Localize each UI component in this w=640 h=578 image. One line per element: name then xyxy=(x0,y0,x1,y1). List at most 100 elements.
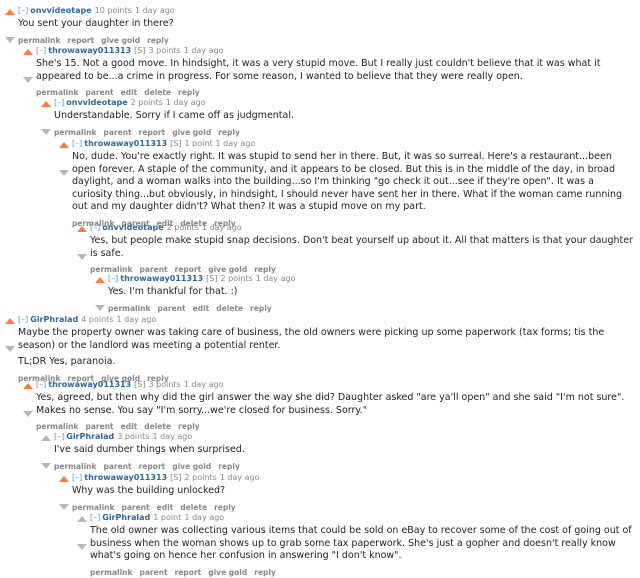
edit-button[interactable]: edit xyxy=(121,88,138,97)
edit-button[interactable]: edit xyxy=(157,503,174,512)
comment-content: [–] GirPhralad 4 points 1 day ago Maybe the … xyxy=(18,314,634,384)
reply-button[interactable]: reply xyxy=(147,36,169,45)
collapse-toggle[interactable]: [–] xyxy=(54,98,64,107)
parent-button[interactable]: parent xyxy=(122,503,150,512)
report-button[interactable]: report xyxy=(175,568,202,577)
downvote-arrow-icon[interactable] xyxy=(59,504,69,510)
collapse-toggle[interactable]: [–] xyxy=(18,6,28,15)
delete-button[interactable]: delete xyxy=(180,503,207,512)
downvote-arrow-icon[interactable] xyxy=(41,129,51,135)
permalink-button[interactable]: permalink xyxy=(36,422,79,431)
give-gold-button[interactable]: give gold xyxy=(101,36,140,45)
downvote-arrow-icon[interactable] xyxy=(5,346,15,352)
upvote-arrow-icon[interactable] xyxy=(59,476,69,482)
vote-arrows xyxy=(4,8,16,43)
downvote-arrow-icon[interactable] xyxy=(77,544,87,550)
reply-button[interactable]: reply xyxy=(178,88,200,97)
permalink-button[interactable]: permalink xyxy=(36,88,79,97)
collapse-toggle[interactable]: [–] xyxy=(36,46,46,55)
reply-button[interactable]: reply xyxy=(218,462,240,471)
collapse-toggle[interactable]: [–] xyxy=(72,473,82,482)
reply-button[interactable]: reply xyxy=(214,503,236,512)
downvote-arrow-icon[interactable] xyxy=(77,254,87,260)
author-link[interactable]: GirPhralad xyxy=(66,432,114,441)
report-button[interactable]: report xyxy=(68,36,95,45)
comment-paragraph: You sent your daughter in there? xyxy=(18,18,174,29)
collapse-toggle[interactable]: [–] xyxy=(36,380,46,389)
comment-paragraph: Understandable. Sorry if I came off as j… xyxy=(54,110,295,121)
edit-button[interactable]: edit xyxy=(193,304,210,313)
author-link[interactable]: throwaway011313 xyxy=(120,274,203,283)
downvote-arrow-icon[interactable] xyxy=(5,37,15,43)
comment: [–] onvvideotape 10 points 1 day ago You sen… xyxy=(4,5,634,46)
report-button[interactable]: report xyxy=(139,462,166,471)
delete-button[interactable]: delete xyxy=(144,422,171,431)
author-link[interactable]: throwaway011313 xyxy=(84,473,167,482)
parent-button[interactable]: parent xyxy=(86,422,114,431)
reply-button[interactable]: reply xyxy=(178,422,200,431)
report-button[interactable]: report xyxy=(139,128,166,137)
author-link[interactable]: throwaway011313 xyxy=(48,380,131,389)
give-gold-button[interactable]: give gold xyxy=(208,568,247,577)
comment-content: [–] GirPhralad 1 point 1 day ago The old own… xyxy=(90,512,634,578)
comment-content: [–] onvvideotape 2 points 1 day ago Yes, but… xyxy=(90,222,634,275)
author-link[interactable]: throwaway011313 xyxy=(84,139,167,148)
collapse-toggle[interactable]: [–] xyxy=(108,274,118,283)
reply-button[interactable]: reply xyxy=(250,304,272,313)
author-link[interactable]: onvvideotape xyxy=(30,6,91,15)
author-link[interactable]: onvvideotape xyxy=(66,98,127,107)
upvote-arrow-icon[interactable] xyxy=(23,49,33,55)
downvote-arrow-icon[interactable] xyxy=(23,77,33,83)
parent-button[interactable]: parent xyxy=(86,88,114,97)
comment-paragraph: TL;DR Yes, paranoia. xyxy=(18,356,116,367)
upvote-arrow-icon[interactable] xyxy=(5,9,15,15)
upvote-arrow-icon[interactable] xyxy=(5,318,15,324)
downvote-arrow-icon[interactable] xyxy=(95,305,105,311)
permalink-button[interactable]: permalink xyxy=(108,304,151,313)
upvote-arrow-icon[interactable] xyxy=(77,226,87,232)
comment-paragraph: Why was the building unlocked? xyxy=(72,485,226,496)
reply-button[interactable]: reply xyxy=(254,568,276,577)
parent-button[interactable]: parent xyxy=(104,462,132,471)
comment-age: 1 day ago xyxy=(165,98,206,107)
comment-body: She's 15. Not a good move. In hindsight,… xyxy=(36,58,634,83)
comment-paragraph: No, dude. You're exactly right. It was s… xyxy=(72,151,623,212)
delete-button[interactable]: delete xyxy=(144,88,171,97)
author-link[interactable]: GirPhralad xyxy=(30,315,78,324)
delete-button[interactable]: delete xyxy=(216,304,243,313)
downvote-arrow-icon[interactable] xyxy=(41,463,51,469)
upvote-arrow-icon[interactable] xyxy=(95,277,105,283)
permalink-button[interactable]: permalink xyxy=(90,568,133,577)
reply-button[interactable]: reply xyxy=(218,128,240,137)
permalink-button[interactable]: permalink xyxy=(54,128,97,137)
give-gold-button[interactable]: give gold xyxy=(172,462,211,471)
upvote-arrow-icon[interactable] xyxy=(77,516,87,522)
comment-age: 1 day ago xyxy=(183,46,224,55)
collapse-toggle[interactable]: [–] xyxy=(72,139,82,148)
upvote-arrow-icon[interactable] xyxy=(23,383,33,389)
collapse-toggle[interactable]: [–] xyxy=(90,223,100,232)
edit-button[interactable]: edit xyxy=(121,422,138,431)
parent-button[interactable]: parent xyxy=(158,304,186,313)
downvote-arrow-icon[interactable] xyxy=(23,411,33,417)
parent-button[interactable]: parent xyxy=(140,568,168,577)
permalink-button[interactable]: permalink xyxy=(18,36,61,45)
collapse-toggle[interactable]: [–] xyxy=(90,513,100,522)
upvote-arrow-icon[interactable] xyxy=(41,101,51,107)
permalink-button[interactable]: permalink xyxy=(54,462,97,471)
comment-age: 1 day ago xyxy=(134,6,175,15)
author-link[interactable]: onvvideotape xyxy=(102,223,163,232)
collapse-toggle[interactable]: [–] xyxy=(18,315,28,324)
author-link[interactable]: throwaway011313 xyxy=(48,46,131,55)
comment-body: Maybe the property owner was taking care… xyxy=(18,327,634,369)
upvote-arrow-icon[interactable] xyxy=(59,142,69,148)
parent-button[interactable]: parent xyxy=(104,128,132,137)
author-link[interactable]: GirPhralad xyxy=(102,513,150,522)
comment: [–] throwaway011313 [S] 1 point 1 day ago No,… xyxy=(58,138,634,229)
collapse-toggle[interactable]: [–] xyxy=(54,432,64,441)
downvote-arrow-icon[interactable] xyxy=(59,170,69,176)
upvote-arrow-icon[interactable] xyxy=(41,435,51,441)
give-gold-button[interactable]: give gold xyxy=(172,128,211,137)
permalink-button[interactable]: permalink xyxy=(72,503,115,512)
comment-age: 1 day ago xyxy=(152,432,193,441)
